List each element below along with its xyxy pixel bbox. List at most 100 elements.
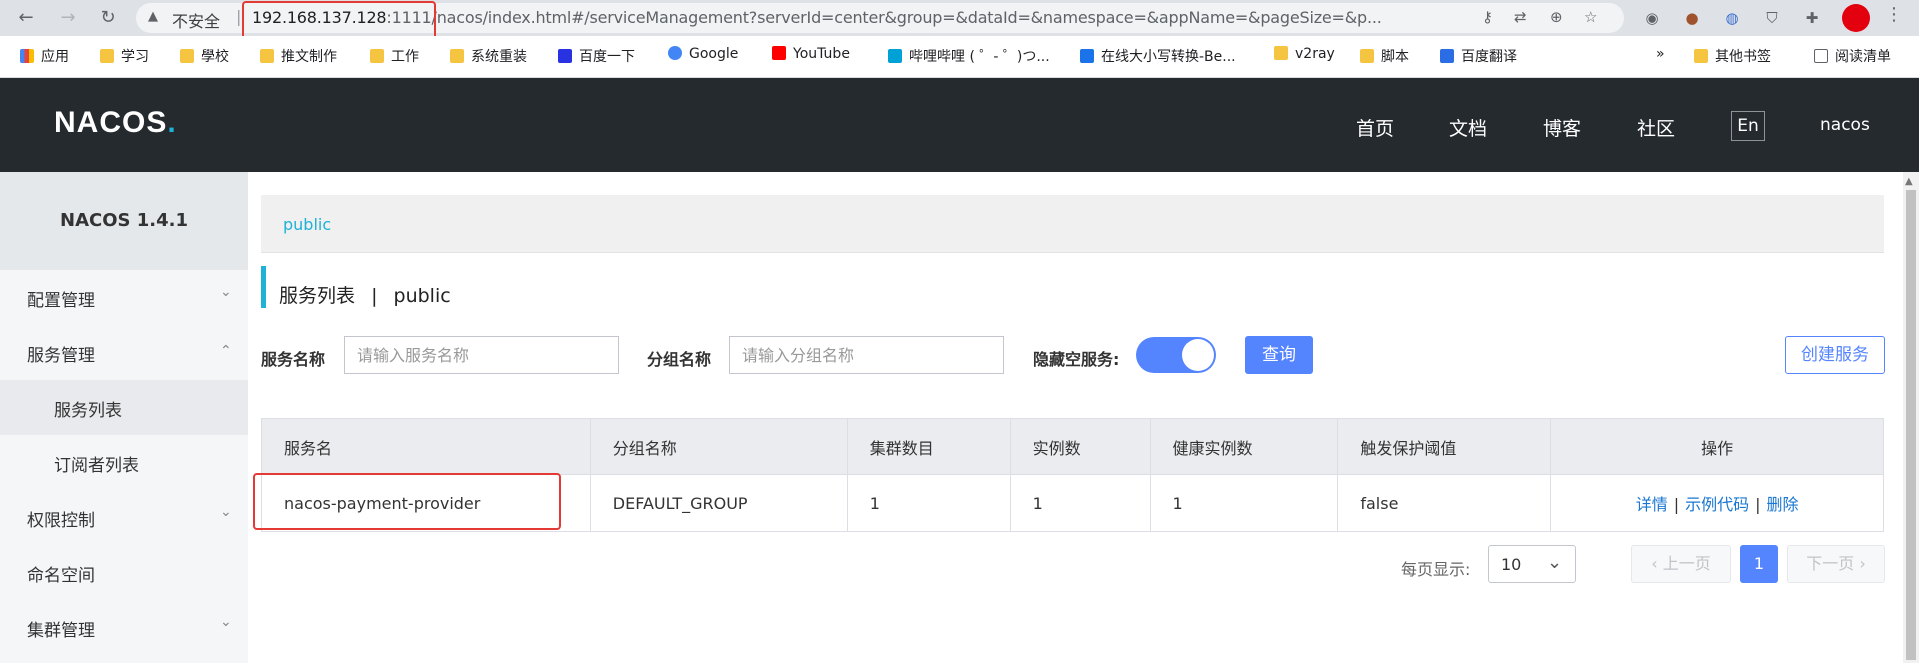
bookmark-folder[interactable]: 學校: [180, 46, 229, 66]
translate-page-icon[interactable]: ⇄: [1514, 8, 1527, 26]
hide-empty-label: 隐藏空服务:: [1033, 350, 1120, 369]
hide-empty-toggle[interactable]: [1136, 337, 1216, 373]
folder-icon: [370, 49, 384, 63]
prev-page-button[interactable]: ‹ 上一页: [1631, 545, 1731, 583]
bookmark-apps[interactable]: 应用: [20, 46, 69, 66]
column-header: 实例数: [1009, 418, 1151, 475]
user-name[interactable]: nacos: [1820, 115, 1870, 135]
bookmark-google[interactable]: Google: [668, 46, 738, 62]
nacos-logo[interactable]: NACOS.: [54, 106, 177, 140]
url-path: /nacos/index.html#/serviceManagement?ser…: [431, 8, 1382, 27]
back-arrow-icon[interactable]: ←: [14, 6, 38, 30]
page-title: 服务列表 | public: [279, 285, 451, 307]
page-size-select[interactable]: 10 ⌄: [1488, 545, 1576, 583]
bookmark-folder[interactable]: 系统重装: [450, 46, 527, 66]
folder-icon: [1694, 49, 1708, 63]
scroll-up-arrow-icon[interactable]: ▲: [1905, 176, 1913, 187]
extension-shield-icon[interactable]: ⛉: [1760, 6, 1784, 30]
delete-link[interactable]: 删除: [1767, 495, 1799, 514]
reading-list[interactable]: 阅读清单: [1814, 46, 1891, 66]
cell-operations: 详情 | 示例代码 | 删除: [1550, 474, 1884, 532]
nav-home[interactable]: 首页: [1356, 114, 1394, 141]
bookmark-star-icon[interactable]: ☆: [1584, 8, 1597, 26]
sidebar-item-service-list[interactable]: 服务列表: [0, 380, 248, 435]
key-icon[interactable]: ⚷: [1482, 8, 1493, 26]
chevron-down-icon: ⌄: [220, 504, 232, 520]
sidebar-item-config[interactable]: 配置管理 ⌄: [0, 270, 248, 325]
nav-docs[interactable]: 文档: [1449, 114, 1487, 141]
table-header-row: 服务名 分组名称 集群数目 实例数 健康实例数 触发保护阈值 操作: [261, 418, 1884, 475]
app-header: NACOS. 首页 文档 博客 社区 En nacos: [0, 78, 1919, 172]
chevron-left-icon: ‹: [1651, 554, 1663, 573]
bookmark-baidu-translate[interactable]: 百度翻译: [1440, 46, 1517, 66]
bookmark-case-converter[interactable]: 在线大小写转换-Be...: [1080, 46, 1236, 66]
bookmark-other[interactable]: 其他书签: [1694, 46, 1771, 66]
sidebar: NACOS 1.4.1 配置管理 ⌄ 服务管理 ⌃ 服务列表 订阅者列表 权限控…: [0, 172, 248, 663]
url-highlight-box: [242, 1, 436, 41]
column-header: 操作: [1550, 418, 1884, 475]
sample-code-link[interactable]: 示例代码: [1685, 495, 1749, 514]
sidebar-item-namespace[interactable]: 命名空间: [0, 545, 248, 600]
namespace-link-public[interactable]: public: [283, 215, 331, 234]
service-name-input[interactable]: [344, 336, 619, 374]
per-page-label: 每页显示:: [1401, 560, 1471, 579]
service-name-label: 服务名称: [261, 350, 326, 369]
extension-mask-icon[interactable]: ◉: [1640, 6, 1664, 30]
nav-blog[interactable]: 博客: [1543, 114, 1581, 141]
google-icon: [668, 46, 682, 60]
page-number-current[interactable]: 1: [1740, 545, 1778, 583]
bookmark-folder[interactable]: 脚本: [1360, 46, 1409, 66]
namespace-bar: public: [261, 195, 1884, 253]
column-header: 健康实例数: [1149, 418, 1339, 475]
query-button[interactable]: 查询: [1245, 336, 1313, 374]
folder-icon: [1274, 46, 1288, 60]
bookmark-folder[interactable]: 学习: [100, 46, 149, 66]
sidebar-item-auth[interactable]: 权限控制 ⌄: [0, 490, 248, 545]
browser-menu-icon[interactable]: ⋮: [1885, 4, 1903, 25]
warning-triangle-icon: ▲: [148, 9, 158, 24]
title-accent-bar: [261, 266, 266, 308]
toggle-knob: [1182, 339, 1214, 371]
chevron-down-icon: ⌄: [220, 284, 232, 300]
details-link[interactable]: 详情: [1636, 495, 1668, 514]
sidebar-item-subscribers[interactable]: 订阅者列表: [0, 435, 248, 490]
create-service-button[interactable]: 创建服务: [1785, 336, 1885, 374]
extension-globe-icon[interactable]: ◍: [1720, 6, 1744, 30]
reading-list-icon: [1814, 49, 1828, 63]
language-toggle-button[interactable]: En: [1731, 111, 1765, 141]
scrollbar-thumb[interactable]: [1906, 190, 1916, 660]
forward-arrow-icon[interactable]: →: [56, 6, 80, 30]
bookmark-folder[interactable]: 工作: [370, 46, 419, 66]
profile-avatar[interactable]: [1842, 4, 1870, 32]
bookmark-baidu[interactable]: 百度一下: [558, 46, 635, 66]
group-name-label: 分组名称: [647, 350, 712, 369]
cell-group-name: DEFAULT_GROUP: [589, 474, 848, 532]
insecure-label: 不安全: [172, 12, 221, 31]
reload-icon[interactable]: ↻: [96, 6, 120, 30]
sidebar-item-service[interactable]: 服务管理 ⌃: [0, 325, 248, 380]
group-name-input[interactable]: [729, 336, 1004, 374]
bookmark-youtube[interactable]: YouTube: [772, 46, 850, 62]
folder-icon: [100, 49, 114, 63]
bookmark-folder[interactable]: 推文制作: [260, 46, 337, 66]
baidu-icon: [558, 49, 572, 63]
bookmarks-more[interactable]: »: [1656, 46, 1665, 62]
nav-community[interactable]: 社区: [1637, 114, 1675, 141]
sidebar-item-cluster[interactable]: 集群管理 ⌄: [0, 600, 248, 655]
column-header: 服务名: [261, 418, 591, 475]
extension-bear-icon[interactable]: ●: [1680, 6, 1704, 30]
chevron-up-icon: ⌃: [220, 343, 232, 359]
next-page-button[interactable]: 下一页 ›: [1787, 545, 1885, 583]
bookmark-folder[interactable]: v2ray: [1274, 46, 1335, 62]
cell-cluster-count: 1: [846, 474, 1011, 532]
service-highlight-box: [253, 473, 561, 530]
chevron-down-icon: ⌄: [220, 614, 232, 630]
youtube-icon: [772, 46, 786, 60]
zoom-icon[interactable]: ⊕: [1550, 8, 1563, 26]
column-header: 集群数目: [846, 418, 1011, 475]
chevron-down-icon: ⌄: [1547, 552, 1563, 573]
bookmark-bilibili[interactable]: 哔哩哔哩 ( ゜- ゜)つ...: [888, 46, 1050, 66]
apps-grid-icon: [20, 49, 34, 63]
browser-toolbar: ← → ↻ ▲ 不安全 | 192.168.137.128:1111/nacos…: [0, 0, 1919, 41]
extensions-puzzle-icon[interactable]: ✚: [1800, 6, 1824, 30]
